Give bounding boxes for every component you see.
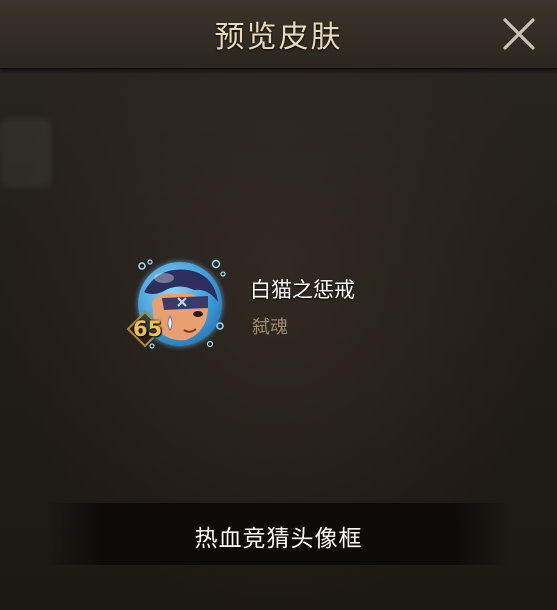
dialog-header: 预览皮肤 [0, 0, 557, 69]
skin-preview-dialog: 预览皮肤 65 白猫之惩戒 弑魂 热血竞猜头像框 [0, 0, 557, 610]
skin-name: 白猫之惩戒 [250, 278, 355, 302]
close-x-icon [503, 18, 535, 50]
skin-avatar-frame: 65 [126, 256, 230, 356]
avatar-frame-button-label: 热血竞猜头像框 [194, 526, 363, 552]
level-number: 65 [133, 317, 163, 341]
dialog-title: 预览皮肤 [214, 20, 343, 55]
close-button[interactable] [501, 16, 537, 52]
hero-name: 弑魂 [252, 317, 288, 338]
ghost-background-panel [0, 118, 52, 188]
avatar-frame-button[interactable]: 热血竞猜头像框 [47, 503, 510, 565]
